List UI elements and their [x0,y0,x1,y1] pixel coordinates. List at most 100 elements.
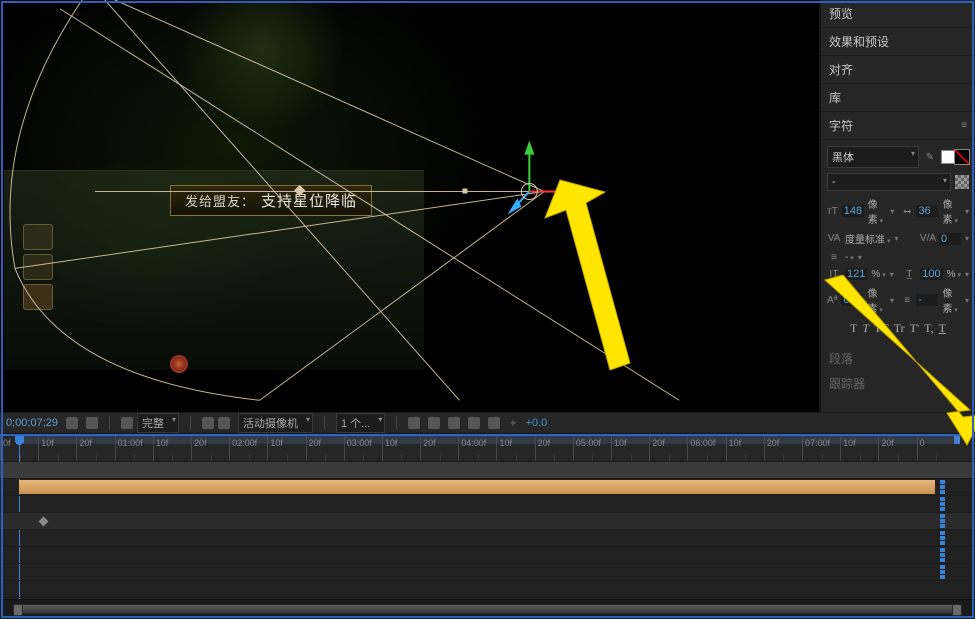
scene-indicator [170,355,188,373]
ruler-tick[interactable]: 10f [153,436,191,461]
composition-viewer[interactable]: 发给盟友：支持星位降临 [0,0,820,412]
ruler-tick[interactable]: 10f [382,436,420,461]
layer-end-markers[interactable] [939,479,947,495]
faux-italic[interactable]: T [862,321,869,336]
snapshot-icon[interactable] [66,417,78,429]
timeline-tracks [0,462,975,598]
baseline-icon: Aª [827,294,837,306]
tracking-field[interactable]: 0 [939,233,961,245]
track-row[interactable] [0,530,975,547]
ruler-tick[interactable]: 10f [726,436,764,461]
ruler-tick[interactable]: 20f [191,436,229,461]
faux-styles-row: T T TT Tr T' T, T [827,321,969,336]
time-ruler[interactable]: 0f10f20f01:00f10f20f02:00f10f20f03:00f10… [0,436,975,462]
subtitle-banner: 发给盟友：支持星位降临 [170,185,372,216]
all-caps[interactable]: TT [874,321,889,336]
subscript[interactable]: T, [924,321,933,336]
baseline-field[interactable]: 0 [841,294,863,306]
ruler-tick[interactable]: 10f [840,436,878,461]
track-row[interactable] [0,496,975,513]
leading-unit[interactable]: 像素 [942,196,961,226]
pixel-aspect-icon[interactable] [408,417,420,429]
underline[interactable]: T [939,321,946,336]
track-row[interactable] [0,581,975,598]
panel-align[interactable]: 对齐 [821,56,975,84]
ruler-tick[interactable]: 20f [420,436,458,461]
stroke-color-swatch[interactable] [955,150,969,164]
panel-preview[interactable]: 预览 [821,0,975,28]
navigator-zoom-right[interactable] [952,604,962,616]
panel-library[interactable]: 库 [821,84,975,112]
keyframe-diamond[interactable] [39,517,49,527]
ruler-tick[interactable]: 0 [917,436,955,461]
track-row[interactable] [0,564,975,581]
font-style-select[interactable]: - [827,173,951,191]
guides-icon[interactable] [218,417,230,429]
3d-view-icon[interactable] [468,417,480,429]
ruler-tick[interactable]: 07:00f [802,436,840,461]
resolution-icon [121,417,133,429]
tsume-icon: ≡ [827,251,841,263]
navigator-bar[interactable] [18,604,957,614]
ruler-tick[interactable]: 06:00f [687,436,725,461]
panel-tracker[interactable]: 跟踪器 [827,371,969,396]
grid-icon[interactable] [202,417,214,429]
track-row[interactable] [0,513,975,530]
fill-color-swatch[interactable] [941,150,955,164]
font-size-field[interactable]: 148 [842,205,864,217]
color-swatches[interactable] [941,150,969,164]
view-count-select[interactable]: 1 个... [336,413,385,433]
eyedropper-icon[interactable]: ✎ [923,151,937,163]
vscale-field[interactable]: 121 [845,268,867,280]
fast-preview-icon[interactable] [428,417,440,429]
leading-icon: ⭤ [902,205,912,217]
ruler-tick[interactable]: 01:00f [115,436,153,461]
ruler-tick[interactable]: 10f [38,436,76,461]
track-row[interactable] [0,547,975,564]
ruler-tick[interactable]: 20f [306,436,344,461]
ruler-tick[interactable]: 03:00f [344,436,382,461]
resolution-select[interactable]: 完整 [137,413,179,433]
exposure-value[interactable]: +0.0 [526,417,548,429]
kerning-select[interactable]: 度量标准 [845,231,890,246]
leading-field[interactable]: 36 [916,205,938,217]
region-icon[interactable] [86,417,98,429]
panel-character-header[interactable]: 字符 ≡ [821,112,975,140]
stroke-width-field[interactable]: - [916,294,938,306]
vscale-icon: IT [827,268,841,280]
small-caps[interactable]: Tr [894,321,905,336]
transparency-swatch[interactable] [955,175,969,189]
ruler-tick[interactable]: 20f [535,436,573,461]
scene-slot-2 [23,254,53,280]
faux-bold[interactable]: T [850,321,857,336]
render-icon[interactable] [488,417,500,429]
superscript[interactable]: T' [910,321,920,336]
timeline-navigator[interactable] [0,599,975,619]
ruler-tick[interactable]: 10f [267,436,305,461]
ruler-tick[interactable]: 10f [611,436,649,461]
navigator-zoom-left[interactable] [13,604,23,616]
ruler-tick[interactable]: 02:00f [229,436,267,461]
ruler-tick[interactable]: 04:00f [458,436,496,461]
hscale-field[interactable]: 100 [920,268,942,280]
ruler-tick[interactable]: 20f [878,436,916,461]
tsume-select[interactable]: - [845,252,854,263]
ruler-tick[interactable]: 20f [764,436,802,461]
right-panels: 预览 效果和预设 对齐 库 字符 ≡ 黑体 ✎ - [820,0,975,412]
panel-paragraph[interactable]: 段落 [827,346,969,371]
track-row[interactable] [0,462,975,479]
panel-menu-icon[interactable]: ≡ [961,120,967,131]
ruler-tick[interactable]: 20f [76,436,114,461]
camera-select[interactable]: 活动摄像机 [238,413,313,433]
ruler-tick[interactable]: 05:00f [573,436,611,461]
font-size-unit[interactable]: 像素 [868,196,887,226]
layer-bar[interactable] [0,479,975,496]
hscale-icon: T̲ [902,268,916,280]
transparency-grid-icon[interactable] [448,417,460,429]
timeline-panel[interactable]: 0f10f20f01:00f10f20f02:00f10f20f03:00f10… [0,434,975,619]
ruler-tick[interactable]: 10f [496,436,534,461]
font-family-select[interactable]: 黑体 [827,146,919,168]
current-timecode[interactable]: 0;00;07;29 [6,417,58,429]
ruler-tick[interactable]: 20f [649,436,687,461]
panel-effects[interactable]: 效果和预设 [821,28,975,56]
